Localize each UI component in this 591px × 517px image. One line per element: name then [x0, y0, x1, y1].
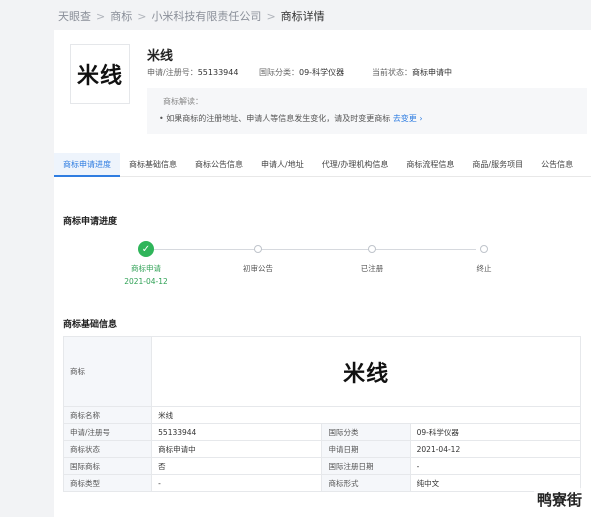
pending-dot-icon	[480, 245, 488, 253]
pending-dot-icon	[254, 245, 262, 253]
table-row: 商标 米线	[62, 336, 581, 407]
breadcrumb-company[interactable]: 小米科技有限责任公司	[151, 8, 261, 24]
pending-dot-icon	[368, 245, 376, 253]
basic-info-table: 商标 米线 商标名称 米线 申请/注册号 55133944 国际分类 09-科学…	[62, 336, 582, 492]
notice-title: 商标解读：	[163, 97, 203, 106]
table-row: 国际商标 否 国际注册日期 -	[62, 457, 582, 475]
trademark-header: 米线 米线 申请/注册号：55133944 国际分类：09-科学仪器 当前状态：…	[54, 30, 591, 142]
watermark: 鸭寮街	[533, 488, 585, 511]
breadcrumb-separator: >	[96, 9, 106, 23]
notice-text-row: • 如果商标的注册地址、申请人等信息发生变化，请及时变更商标 去变更 ›	[159, 113, 423, 124]
trademark-detail-card: 米线 米线 申请/注册号：55133944 国际分类：09-科学仪器 当前状态：…	[54, 30, 591, 517]
trademark-name: 米线	[147, 49, 174, 64]
progress-step-terminated: 终止	[444, 238, 524, 274]
table-row: 商标状态 商标申请中 申请日期 2021-04-12	[62, 440, 582, 458]
detail-tabs: 商标申请进度 商标基础信息 商标公告信息 申请人/地址 代理/办理机构信息 商标…	[54, 153, 591, 177]
status-value: 商标申请中	[412, 68, 452, 77]
tab-applicant-address[interactable]: 申请人/地址	[252, 153, 313, 177]
change-link[interactable]: 去变更 ›	[393, 114, 423, 123]
trademark-notice: 商标解读： • 如果商标的注册地址、申请人等信息发生变化，请及时变更商标 去变更…	[147, 88, 587, 134]
reg-no-value: 55133944	[197, 68, 239, 77]
table-value: 55133944	[151, 423, 323, 441]
table-key: 国际商标	[62, 457, 153, 475]
tab-notice-info[interactable]: 公告信息	[532, 153, 582, 177]
basic-info-section-title: 商标基础信息	[63, 320, 118, 330]
class-value: 09-科学仪器	[299, 68, 345, 77]
table-key: 申请/注册号	[62, 423, 153, 441]
progress-timeline: ✓ 商标申请 2021-04-12 初审公告 已注册 终止	[114, 238, 554, 288]
reg-no-meta: 申请/注册号：55133944	[147, 67, 238, 78]
tab-application-progress[interactable]: 商标申请进度	[54, 153, 120, 177]
progress-step-label: 终止	[476, 264, 492, 273]
breadcrumb-current: 商标详情	[280, 10, 325, 23]
table-row: 商标名称 米线	[62, 406, 581, 424]
trademark-logo: 米线	[70, 44, 130, 104]
tab-goods-services[interactable]: 商品/服务项目	[463, 153, 532, 177]
breadcrumb-separator: >	[137, 9, 147, 23]
class-meta: 国际分类：09-科学仪器	[259, 67, 344, 78]
breadcrumb-separator: >	[266, 9, 276, 23]
table-key: 申请日期	[321, 440, 411, 458]
table-value: 米线	[151, 406, 581, 424]
status-label: 当前状态：	[372, 68, 412, 77]
breadcrumb-trademark[interactable]: 商标	[110, 8, 132, 24]
reg-no-label: 申请/注册号：	[147, 68, 198, 77]
table-key: 商标名称	[62, 406, 153, 424]
table-key: 商标	[62, 336, 153, 407]
table-key: 商标状态	[62, 440, 153, 458]
table-value: 09-科学仪器	[409, 423, 582, 441]
tab-agency-info[interactable]: 代理/办理机构信息	[313, 153, 398, 177]
table-key: 国际注册日期	[321, 457, 411, 475]
progress-step-label: 商标申请	[131, 264, 161, 273]
notice-text: • 如果商标的注册地址、申请人等信息发生变化，请及时变更商标	[159, 114, 391, 123]
progress-step-applied: ✓ 商标申请 2021-04-12	[106, 238, 186, 286]
tab-process-info[interactable]: 商标流程信息	[397, 153, 463, 177]
tab-announcement-info[interactable]: 商标公告信息	[186, 153, 252, 177]
progress-section-title: 商标申请进度	[63, 217, 118, 227]
progress-step-label: 已注册	[360, 264, 384, 273]
progress-step-registered: 已注册	[332, 238, 412, 274]
table-value: 2021-04-12	[409, 440, 582, 458]
table-value: 商标申请中	[151, 440, 323, 458]
table-key: 商标形式	[321, 474, 411, 492]
status-meta: 当前状态：商标申请中	[372, 67, 452, 78]
table-value: 否	[151, 457, 323, 475]
trademark-image: 米线	[151, 336, 581, 407]
check-icon: ✓	[138, 241, 154, 257]
table-key: 商标类型	[62, 474, 153, 492]
progress-step-label: 初审公告	[243, 264, 273, 273]
table-row: 商标类型 - 商标形式 纯中文	[62, 474, 582, 492]
table-row: 申请/注册号 55133944 国际分类 09-科学仪器	[62, 423, 582, 441]
tab-basic-info[interactable]: 商标基础信息	[120, 153, 186, 177]
progress-step-date: 2021-04-12	[124, 277, 168, 286]
progress-line	[146, 249, 476, 250]
table-value: -	[151, 474, 323, 492]
breadcrumb: 天眼查 > 商标 > 小米科技有限责任公司 > 商标详情	[58, 8, 325, 24]
table-value: -	[409, 457, 582, 475]
table-key: 国际分类	[321, 423, 411, 441]
progress-step-preliminary: 初审公告	[218, 238, 298, 274]
class-label: 国际分类：	[259, 68, 299, 77]
breadcrumb-home[interactable]: 天眼查	[58, 8, 91, 24]
